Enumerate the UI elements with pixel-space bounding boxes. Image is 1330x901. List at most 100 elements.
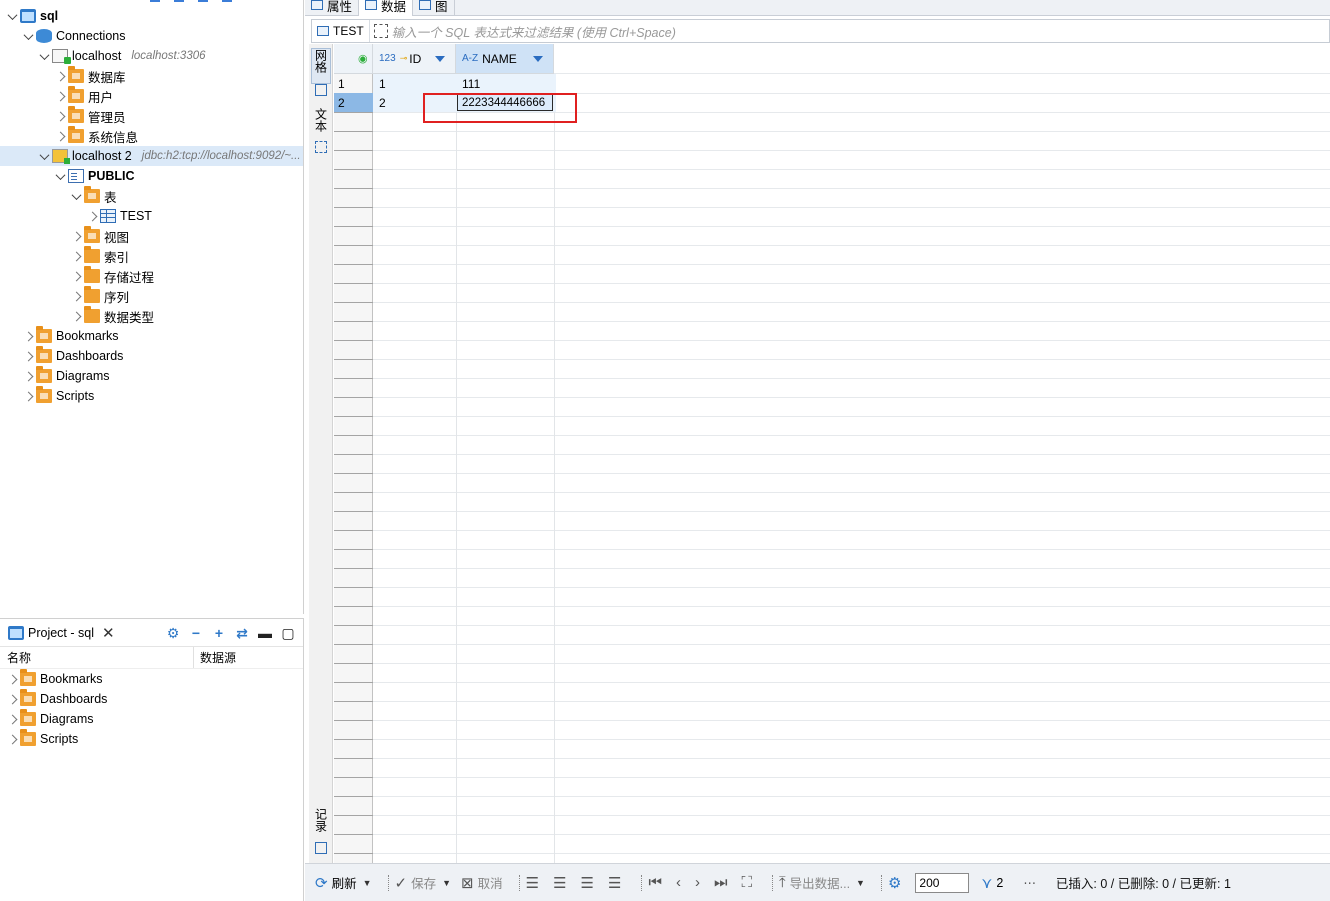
tree-item[interactable]: Scripts (0, 386, 303, 406)
side-tab-record[interactable]: 记录 (311, 808, 331, 838)
record-icon[interactable] (315, 842, 327, 854)
chevron-right-icon[interactable] (70, 250, 82, 262)
tree-item[interactable]: 管理员 (0, 106, 303, 126)
chevron-right-icon[interactable] (22, 330, 34, 342)
row-number[interactable]: 2 (334, 93, 373, 112)
tree-item[interactable]: Dashboards (0, 346, 303, 366)
save-button[interactable]: ✓ 保存 ▼ (395, 873, 452, 892)
add-icon[interactable]: + (212, 626, 226, 640)
add-row-button[interactable]: ☰ (553, 874, 570, 892)
cancel-button[interactable]: ⊠ 取消 (461, 873, 503, 892)
tree-item[interactable]: PUBLIC (0, 166, 303, 186)
more-icon[interactable]: ⋯ (1023, 875, 1036, 890)
navigator-toolbar[interactable] (150, 0, 303, 4)
prev-page-button[interactable]: ‹ (676, 874, 685, 891)
tree-item[interactable]: 系统信息 (0, 126, 303, 146)
row-number[interactable]: 1 (334, 74, 373, 93)
expand-icon[interactable] (373, 24, 388, 38)
project-item[interactable]: Bookmarks (0, 669, 303, 689)
tree-item[interactable]: 数据类型 (0, 306, 303, 326)
new-connection-icon[interactable] (150, 0, 160, 2)
minimize-icon[interactable]: ▬ (258, 626, 272, 640)
chevron-down-icon[interactable] (38, 50, 50, 62)
fetch-all-button[interactable]: ⛶ (741, 874, 756, 891)
export-button[interactable]: ⤒ 导出数据... ▼ (779, 873, 865, 892)
tab-data[interactable]: 数据 (359, 0, 414, 16)
chevron-right-icon[interactable] (86, 210, 98, 222)
chevron-right-icon[interactable] (54, 110, 66, 122)
chevron-down-icon[interactable] (54, 170, 66, 182)
tree-item[interactable]: sql (0, 6, 303, 26)
grid-icon[interactable] (315, 84, 327, 96)
column-header-name[interactable]: A-Z NAME (456, 44, 554, 74)
last-page-button[interactable]: ⏭ (714, 874, 732, 891)
first-page-button[interactable]: ⏮ (648, 874, 666, 891)
filter-input[interactable]: 输入一个 SQL 表达式来过滤结果 (使用 Ctrl+Space) (392, 22, 676, 41)
filter-icon[interactable] (222, 0, 232, 2)
tree-item[interactable]: Diagrams (0, 366, 303, 386)
project-item[interactable]: Scripts (0, 729, 303, 749)
sort-icon[interactable] (435, 55, 445, 62)
sync-icon[interactable]: ⇄ (235, 626, 249, 640)
side-tab-text[interactable]: 文本 (311, 108, 331, 138)
tree-item[interactable]: localhost 2 jdbc:h2:tcp://localhost:9092/… (0, 146, 303, 166)
chevron-right-icon[interactable] (70, 270, 82, 282)
tree-item[interactable]: Bookmarks (0, 326, 303, 346)
settings-button[interactable]: ⚙ (888, 874, 905, 892)
copy-row-button[interactable]: ☰ (581, 874, 598, 892)
edit-row-button[interactable]: ☰ (526, 874, 543, 892)
chevron-down-icon[interactable] (22, 30, 34, 42)
chevron-right-icon[interactable] (70, 310, 82, 322)
tree-item[interactable]: 存储过程 (0, 266, 303, 286)
next-page-button[interactable]: › (695, 874, 704, 891)
tree-item[interactable]: 数据库 (0, 66, 303, 86)
chevron-down-icon[interactable]: ▼ (856, 878, 865, 888)
fetch-size-input[interactable]: 200 (915, 872, 970, 893)
gear-icon[interactable]: ⚙ (166, 626, 180, 640)
chevron-right-icon[interactable] (70, 230, 82, 242)
close-icon[interactable]: ✕ (102, 624, 115, 642)
sort-icon[interactable] (533, 55, 543, 62)
tab-properties[interactable]: 属性 (305, 0, 360, 16)
link-icon[interactable] (174, 0, 184, 2)
collapse-icon[interactable]: − (189, 626, 203, 640)
tree-item[interactable]: Connections (0, 26, 303, 46)
tree-item[interactable]: TEST (0, 206, 303, 226)
chevron-right-icon[interactable] (70, 290, 82, 302)
chevron-right-icon[interactable] (6, 673, 18, 685)
tree-item[interactable]: 表 (0, 186, 303, 206)
chevron-right-icon[interactable] (6, 713, 18, 725)
chevron-right-icon[interactable] (6, 693, 18, 705)
tree-item[interactable]: 索引 (0, 246, 303, 266)
side-tab-grid[interactable]: 网格 (311, 48, 331, 84)
maximize-icon[interactable]: ▢ (281, 626, 295, 640)
chevron-down-icon[interactable] (6, 10, 18, 22)
refresh-button[interactable]: ⟳ 刷新 ▼ (315, 873, 372, 892)
chevron-right-icon[interactable] (22, 350, 34, 362)
row-count-button[interactable]: ⋎ 2 (981, 874, 1003, 892)
select-all-icon[interactable]: ◉ (358, 52, 368, 65)
chevron-right-icon[interactable] (54, 130, 66, 142)
chevron-down-icon[interactable] (70, 190, 82, 202)
tab-diagram[interactable]: 图 (413, 0, 455, 16)
chevron-right-icon[interactable] (54, 90, 66, 102)
project-item[interactable]: Diagrams (0, 709, 303, 729)
tree-item[interactable]: 用户 (0, 86, 303, 106)
column-header-name[interactable]: 名称 (0, 647, 194, 668)
tree-item[interactable]: localhost localhost:3306 (0, 46, 303, 66)
text-icon[interactable] (315, 141, 327, 153)
chevron-right-icon[interactable] (54, 70, 66, 82)
chevron-right-icon[interactable] (22, 390, 34, 402)
project-tab[interactable]: Project - sql ✕ (0, 619, 121, 647)
project-item[interactable]: Dashboards (0, 689, 303, 709)
cell-name[interactable]: 111 (456, 74, 554, 93)
settings-icon[interactable] (198, 0, 208, 2)
chevron-right-icon[interactable] (22, 370, 34, 382)
row-header-corner[interactable]: ◉ (334, 44, 373, 74)
tree-item[interactable]: 序列 (0, 286, 303, 306)
chevron-down-icon[interactable]: ▼ (442, 878, 451, 888)
chevron-right-icon[interactable] (6, 733, 18, 745)
delete-row-button[interactable]: ☰ (608, 874, 625, 892)
chevron-down-icon[interactable] (38, 150, 50, 162)
filter-table-button[interactable]: TEST (312, 20, 370, 42)
